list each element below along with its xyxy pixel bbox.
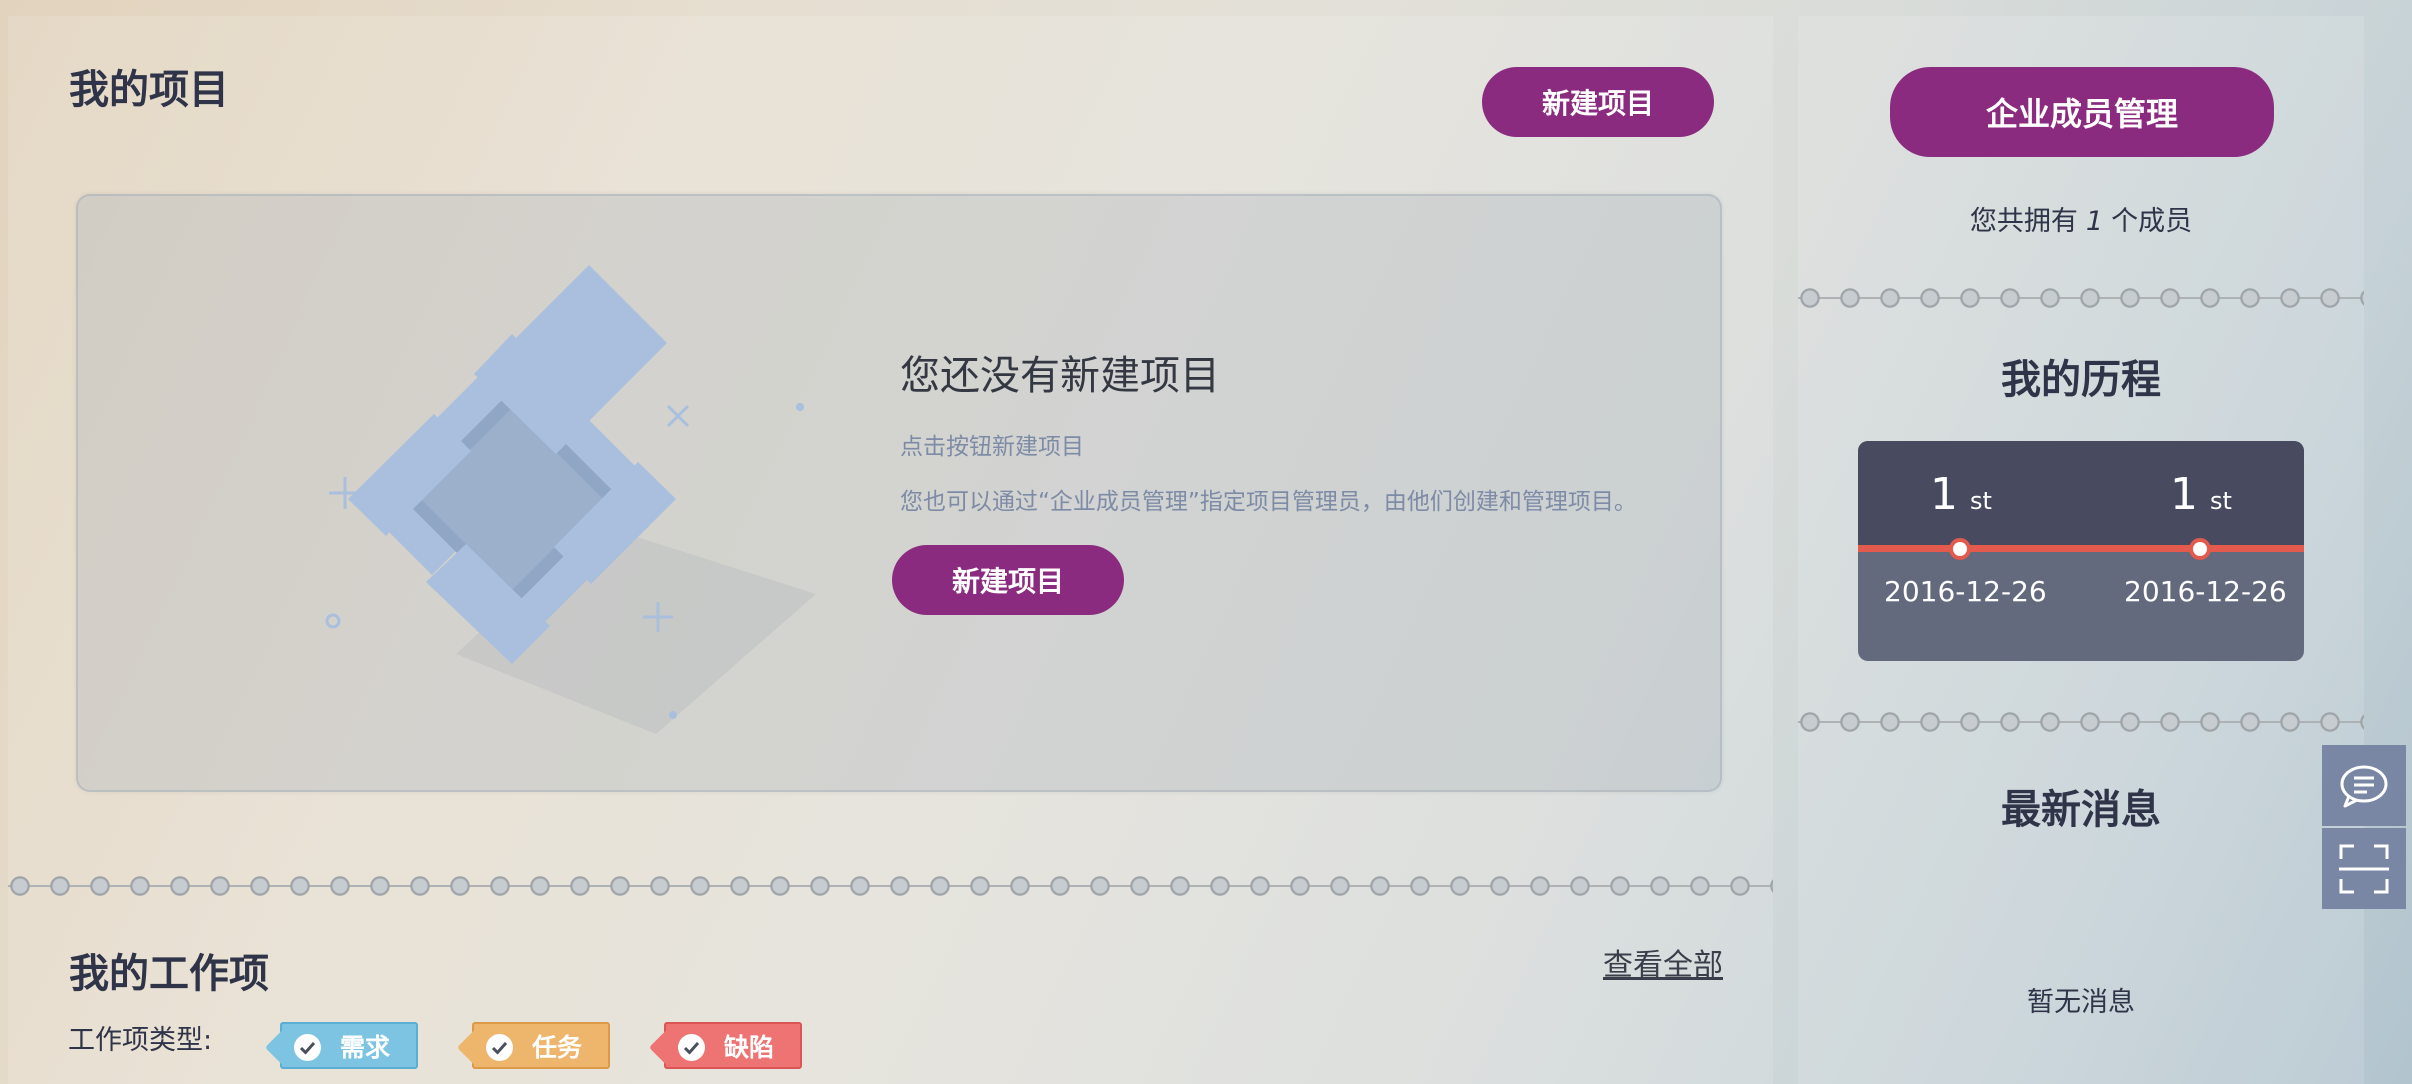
filter-tag-bug[interactable]: 缺陷 xyxy=(648,1022,802,1069)
section-divider xyxy=(8,874,1773,898)
timeline-line xyxy=(1858,545,2304,552)
member-count-number: 1 xyxy=(2085,206,2104,237)
empty-hint-click: 点击按钮新建项目 xyxy=(900,434,1084,460)
work-item-type-label: 工作项类型: xyxy=(68,1025,213,1056)
tag-label: 任务 xyxy=(532,1033,583,1062)
history-timeline: 1st 2016-12-26 1st 2016-12-26 xyxy=(1858,441,2304,661)
check-icon xyxy=(678,1034,705,1061)
tag-label: 需求 xyxy=(340,1033,391,1062)
new-project-button-header[interactable]: 新建项目 xyxy=(1482,67,1714,137)
timeline-rank: 1st xyxy=(2170,469,2232,520)
history-title: 我的历程 xyxy=(2001,357,2161,403)
member-count-suffix: 个成员 xyxy=(2111,206,2193,237)
timeline-dot xyxy=(2189,538,2211,560)
empty-title: 您还没有新建项目 xyxy=(900,353,1220,399)
check-icon xyxy=(486,1034,513,1061)
work-items-title: 我的工作项 xyxy=(69,951,269,997)
sidebar-divider xyxy=(1798,286,2364,310)
new-project-button[interactable]: 新建项目 xyxy=(892,545,1124,615)
view-all-link[interactable]: 查看全部 xyxy=(1603,940,1723,984)
open-box-illustration xyxy=(325,265,816,734)
sidebar-divider xyxy=(1798,710,2364,734)
member-count-prefix: 您共拥有 xyxy=(1969,206,2078,237)
empty-hint-manage: 您也可以通过“企业成员管理”指定项目管理员，由他们创建和管理项目。 xyxy=(900,489,1637,515)
scan-button[interactable] xyxy=(2322,828,2406,909)
check-icon xyxy=(294,1034,321,1061)
scan-frame-icon xyxy=(2339,844,2389,893)
projects-title: 我的项目 xyxy=(69,67,229,113)
member-management-button[interactable]: 企业成员管理 xyxy=(1890,67,2274,157)
timeline-dot xyxy=(1949,538,1971,560)
timeline-date: 2016-12-26 xyxy=(2124,575,2287,608)
chat-button[interactable] xyxy=(2322,745,2406,826)
filter-tag-requirement[interactable]: 需求 xyxy=(264,1022,418,1069)
timeline-date: 2016-12-26 xyxy=(1884,575,2047,608)
timeline-rank: 1st xyxy=(1930,469,1992,520)
member-count-text: 您共拥有 1 个成员 xyxy=(1798,199,2364,238)
projects-panel: 我的项目 新建项目 您还没有新建项目 点击按钮新建项目 您也可以通过“企业成员管… xyxy=(8,16,1773,1084)
chat-bubble-icon xyxy=(2340,765,2388,807)
no-news-text: 暂无消息 xyxy=(2027,987,2135,1018)
tag-label: 缺陷 xyxy=(724,1033,775,1062)
filter-tag-task[interactable]: 任务 xyxy=(456,1022,610,1069)
news-title: 最新消息 xyxy=(2001,787,2161,833)
